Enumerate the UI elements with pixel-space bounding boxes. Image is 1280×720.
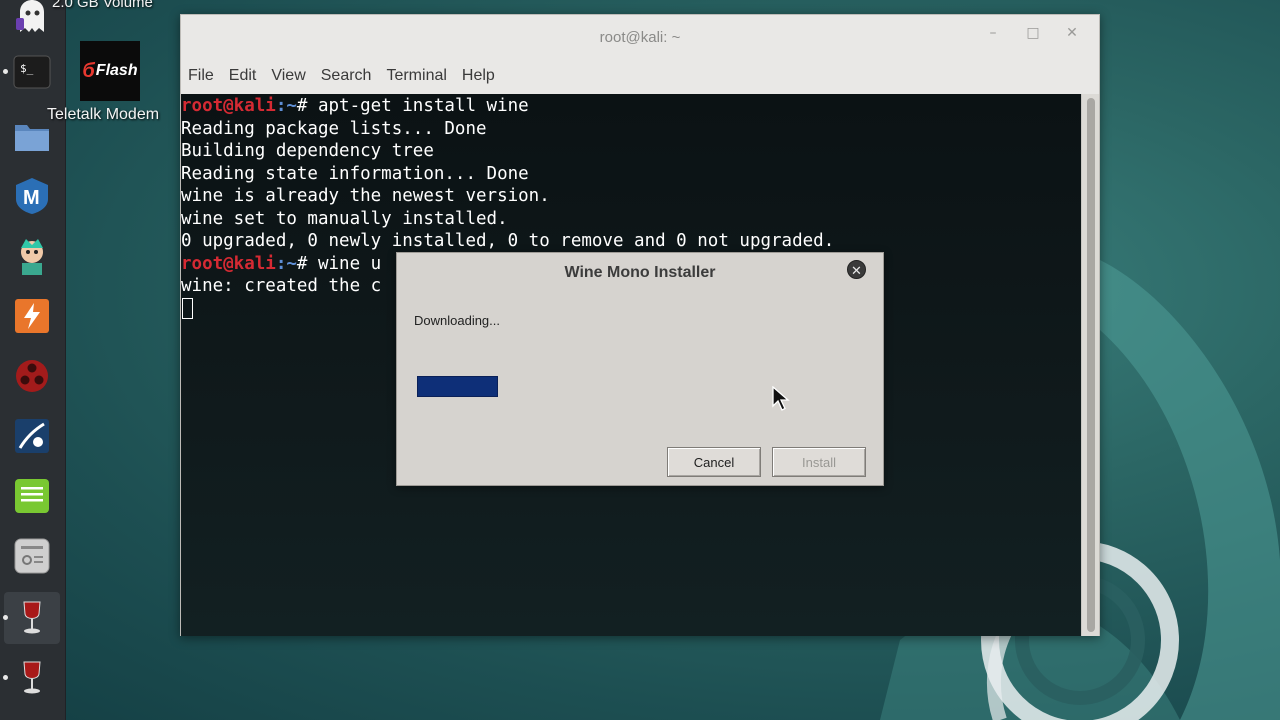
minimize-icon[interactable]: –: [983, 23, 1003, 43]
terminal-line: Reading package lists... Done: [181, 118, 487, 139]
svg-text:$_: $_: [20, 62, 34, 75]
terminal-titlebar[interactable]: root@kali: ~: [181, 15, 1099, 59]
leafpad-app-icon[interactable]: [12, 476, 52, 516]
download-progress-bar: [417, 376, 611, 397]
terminal-line: Building dependency tree: [181, 141, 434, 161]
prompt-path: :~: [275, 96, 297, 116]
terminal-cursor: [182, 298, 193, 319]
prompt-user: root@kali: [181, 96, 276, 116]
menu-help[interactable]: Help: [462, 63, 495, 89]
download-status-text: Downloading...: [414, 313, 500, 328]
svg-text:M: M: [23, 187, 40, 209]
metasploit-app-icon[interactable]: M: [12, 175, 52, 215]
dialog-close-icon[interactable]: ✕: [847, 260, 866, 279]
flash-modem-icon[interactable]: б Flash: [80, 41, 140, 101]
terminal-line: wine set to manually installed.: [181, 208, 508, 229]
close-icon[interactable]: ✕: [1062, 23, 1082, 43]
cherrytree-app-icon[interactable]: [12, 416, 52, 456]
menu-file[interactable]: File: [188, 63, 214, 89]
maximize-icon[interactable]: □: [1023, 23, 1043, 43]
menu-view[interactable]: View: [271, 63, 305, 89]
wine-app-icon-secondary[interactable]: [3, 658, 52, 698]
download-progress-fill: [417, 376, 499, 397]
menu-search[interactable]: Search: [321, 63, 372, 89]
dialog-title[interactable]: Wine Mono Installer: [397, 253, 883, 293]
files-app-icon[interactable]: [12, 115, 52, 155]
prompt-command: # apt-get install wine: [296, 96, 529, 116]
terminal-line: Reading state information... Done: [181, 163, 529, 184]
terminal-title: root@kali: ~: [599, 28, 681, 46]
menu-edit[interactable]: Edit: [229, 63, 257, 89]
ghost-app-icon[interactable]: [12, 0, 52, 36]
wine-app-icon[interactable]: [3, 598, 52, 638]
prompt-user: root@kali: [181, 253, 276, 274]
flash-logo-mark: б: [82, 59, 95, 82]
flash-logo-text: Flash: [95, 62, 138, 79]
terminal-line: wine is already the newest version.: [181, 186, 550, 206]
desktop-icon-label[interactable]: Teletalk Modem: [47, 106, 159, 124]
terminal-menubar: File Edit View Search Terminal Help: [181, 63, 495, 89]
wine-mono-installer-dialog: Wine Mono Installer ✕ Downloading... Can…: [396, 252, 884, 486]
faraday-app-icon[interactable]: [12, 356, 52, 396]
prompt-path: :~: [275, 253, 297, 274]
menu-terminal[interactable]: Terminal: [386, 63, 446, 89]
terminal-scrollbar[interactable]: [1081, 94, 1099, 636]
scrollbar-thumb[interactable]: [1087, 98, 1095, 632]
armitage-app-icon[interactable]: [12, 236, 52, 276]
terminal-app-icon[interactable]: $_: [3, 52, 52, 92]
terminal-line: root@kali:~# apt-get install wine: [181, 95, 1083, 118]
burpsuite-app-icon[interactable]: [12, 296, 52, 336]
terminal-line: 0 upgraded, 0 newly installed, 0 to remo…: [181, 231, 835, 251]
install-button[interactable]: Install: [772, 447, 866, 477]
prompt-command: # wine u: [296, 253, 382, 274]
settings-app-icon[interactable]: [12, 536, 52, 576]
cancel-button[interactable]: Cancel: [667, 447, 761, 477]
desktop-volume-label[interactable]: 2.0 GB Volume: [52, 0, 153, 11]
mouse-pointer-icon: [772, 386, 790, 411]
